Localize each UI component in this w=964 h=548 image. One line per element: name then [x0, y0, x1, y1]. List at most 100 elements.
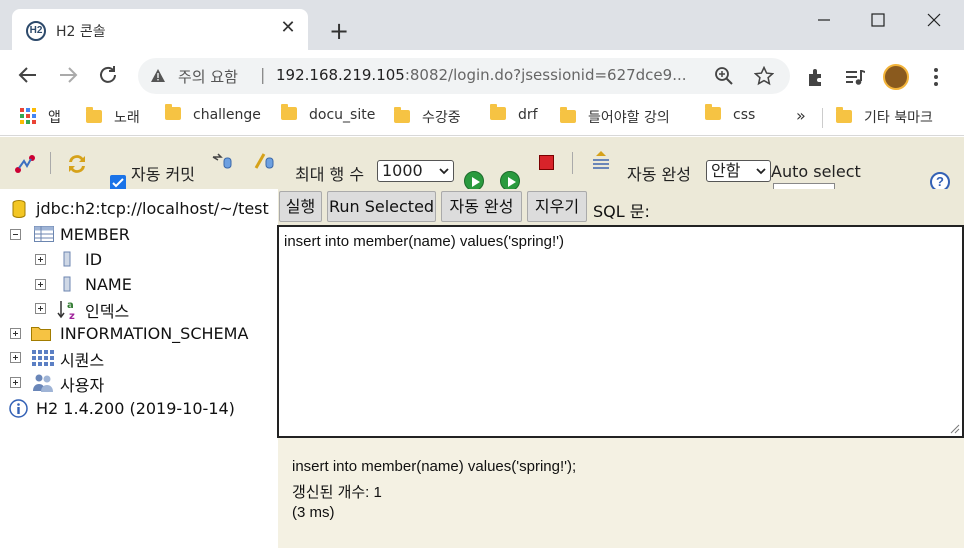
window-close-icon[interactable]	[922, 8, 946, 32]
toolbar-separator	[572, 152, 573, 174]
auto-select-label: Auto select	[771, 162, 861, 181]
forward-arrow-icon[interactable]	[56, 63, 80, 87]
info-icon	[9, 399, 28, 418]
expand-icon[interactable]	[10, 377, 21, 388]
autocomplete-value: 안함	[711, 161, 741, 180]
autocomplete-label: 자동 완성	[627, 165, 691, 184]
database-icon	[12, 200, 26, 218]
svg-text:a: a	[67, 300, 74, 311]
history-icon[interactable]	[589, 149, 613, 173]
security-label[interactable]: 주의 요함	[178, 66, 238, 87]
max-rows-label: 최대 행 수	[295, 165, 365, 184]
bookmark-apps[interactable]: 앱	[20, 107, 61, 127]
browser-tab[interactable]: H2 H2 콘솔 ✕	[12, 9, 308, 50]
expand-icon[interactable]	[10, 352, 21, 363]
run-selected-icon[interactable]	[500, 171, 520, 191]
bookmark-folder[interactable]: 수강중	[394, 107, 461, 127]
folder-icon	[281, 104, 297, 120]
bookmark-label: 들어야할 강의	[588, 110, 670, 126]
disconnect-icon[interactable]	[13, 152, 37, 176]
max-rows-select[interactable]: 1000	[377, 160, 454, 182]
bookmark-folder[interactable]: docu_site	[281, 104, 376, 127]
clear-button[interactable]: 지우기	[527, 191, 587, 222]
expand-icon[interactable]	[35, 303, 46, 314]
bookmark-label: docu_site	[309, 107, 376, 123]
browser-menu-icon[interactable]	[926, 66, 946, 88]
sql-editor[interactable]: insert into member(name) values('spring!…	[277, 225, 964, 438]
sql-editor-text[interactable]: insert into member(name) values('spring!…	[284, 233, 564, 250]
other-bookmarks[interactable]: 기타 북마크	[836, 107, 933, 127]
url-separator: |	[260, 65, 266, 84]
collapse-icon[interactable]	[10, 229, 21, 240]
folder-icon	[86, 107, 102, 123]
reload-icon[interactable]	[96, 63, 120, 87]
chevron-down-icon	[756, 168, 766, 175]
profile-avatar[interactable]	[883, 64, 909, 90]
minimize-icon[interactable]	[812, 8, 836, 32]
column-label: ID	[85, 250, 103, 269]
svg-text:z: z	[69, 311, 75, 320]
bookmark-folder[interactable]: 노래	[86, 107, 140, 127]
autocomplete-button[interactable]: 자동 완성	[441, 191, 522, 222]
sequence-icon	[32, 350, 54, 366]
expand-icon[interactable]	[35, 279, 46, 290]
result-statement: insert into member(name) values('spring!…	[292, 458, 577, 475]
autocomplete-select[interactable]: 안함	[706, 160, 771, 182]
url-host: 192.168.219.105	[276, 66, 405, 84]
bookmark-label: css	[733, 107, 756, 123]
media-control-icon[interactable]	[844, 66, 866, 88]
column-icon	[63, 251, 71, 267]
url-path: :8082/login.do?jsessionid=627dce9...	[404, 66, 687, 84]
run-selected-button[interactable]: Run Selected	[327, 191, 436, 222]
index-label: 인덱스	[85, 302, 130, 321]
stop-icon[interactable]	[539, 155, 554, 170]
folder-icon	[31, 327, 51, 341]
tab-close-icon[interactable]: ✕	[278, 18, 298, 38]
folder-icon	[836, 107, 852, 123]
folder-icon	[490, 104, 506, 120]
rollback-icon[interactable]	[210, 150, 234, 174]
bookmark-folder[interactable]: drf	[490, 104, 538, 127]
warning-icon[interactable]	[150, 68, 166, 84]
folder-icon	[560, 107, 576, 123]
bookmark-folder[interactable]: css	[705, 104, 756, 127]
users-icon	[33, 374, 53, 392]
autocommit-label: 자동 커밋	[131, 165, 195, 184]
zoom-icon[interactable]	[714, 66, 734, 86]
resize-grip-icon[interactable]	[950, 424, 960, 434]
commit-icon[interactable]	[252, 150, 276, 174]
new-tab-button[interactable]: +	[326, 18, 352, 46]
other-bookmarks-label: 기타 북마크	[864, 110, 933, 126]
bookmark-star-icon[interactable]	[754, 66, 774, 86]
bookmark-folder[interactable]: challenge	[165, 104, 261, 127]
max-rows-value: 1000	[382, 161, 423, 180]
back-arrow-icon[interactable]	[16, 63, 40, 87]
bookmarks-bar: 앱 노래 challenge docu_site 수강중 drf 들어야할 강의…	[0, 100, 964, 136]
tab-strip: H2 H2 콘솔 ✕ +	[0, 0, 964, 50]
bookmark-label: 앱	[48, 110, 61, 126]
address-bar[interactable]: 주의 요함 | 192.168.219.105:8082/login.do?js…	[138, 58, 790, 94]
extensions-puzzle-icon[interactable]	[805, 66, 827, 88]
bookmark-label: challenge	[193, 107, 261, 123]
run-icon[interactable]	[464, 171, 484, 191]
bookmark-label: 노래	[114, 110, 140, 126]
result-time: (3 ms)	[292, 504, 335, 521]
users-label: 사용자	[60, 376, 105, 395]
folder-icon	[705, 104, 721, 120]
schema-tree	[0, 189, 278, 548]
table-label: MEMBER	[60, 225, 130, 244]
result-update-count: 갱신된 개수: 1	[292, 484, 382, 501]
bookmark-folder[interactable]: 들어야할 강의	[560, 107, 670, 127]
maximize-icon[interactable]	[866, 8, 890, 32]
run-button[interactable]: 실행	[279, 191, 322, 222]
chevron-down-icon	[439, 168, 449, 175]
url-text[interactable]: 192.168.219.105:8082/login.do?jsessionid…	[276, 66, 687, 84]
bookmarks-overflow-button[interactable]: »	[796, 106, 806, 125]
expand-icon[interactable]	[35, 254, 46, 265]
refresh-icon[interactable]	[65, 152, 89, 176]
sequences-label: 시퀀스	[60, 351, 105, 370]
h2-favicon-icon: H2	[26, 21, 46, 41]
expand-icon[interactable]	[10, 328, 21, 339]
folder-icon	[394, 107, 410, 123]
toolbar-separator	[50, 152, 51, 174]
